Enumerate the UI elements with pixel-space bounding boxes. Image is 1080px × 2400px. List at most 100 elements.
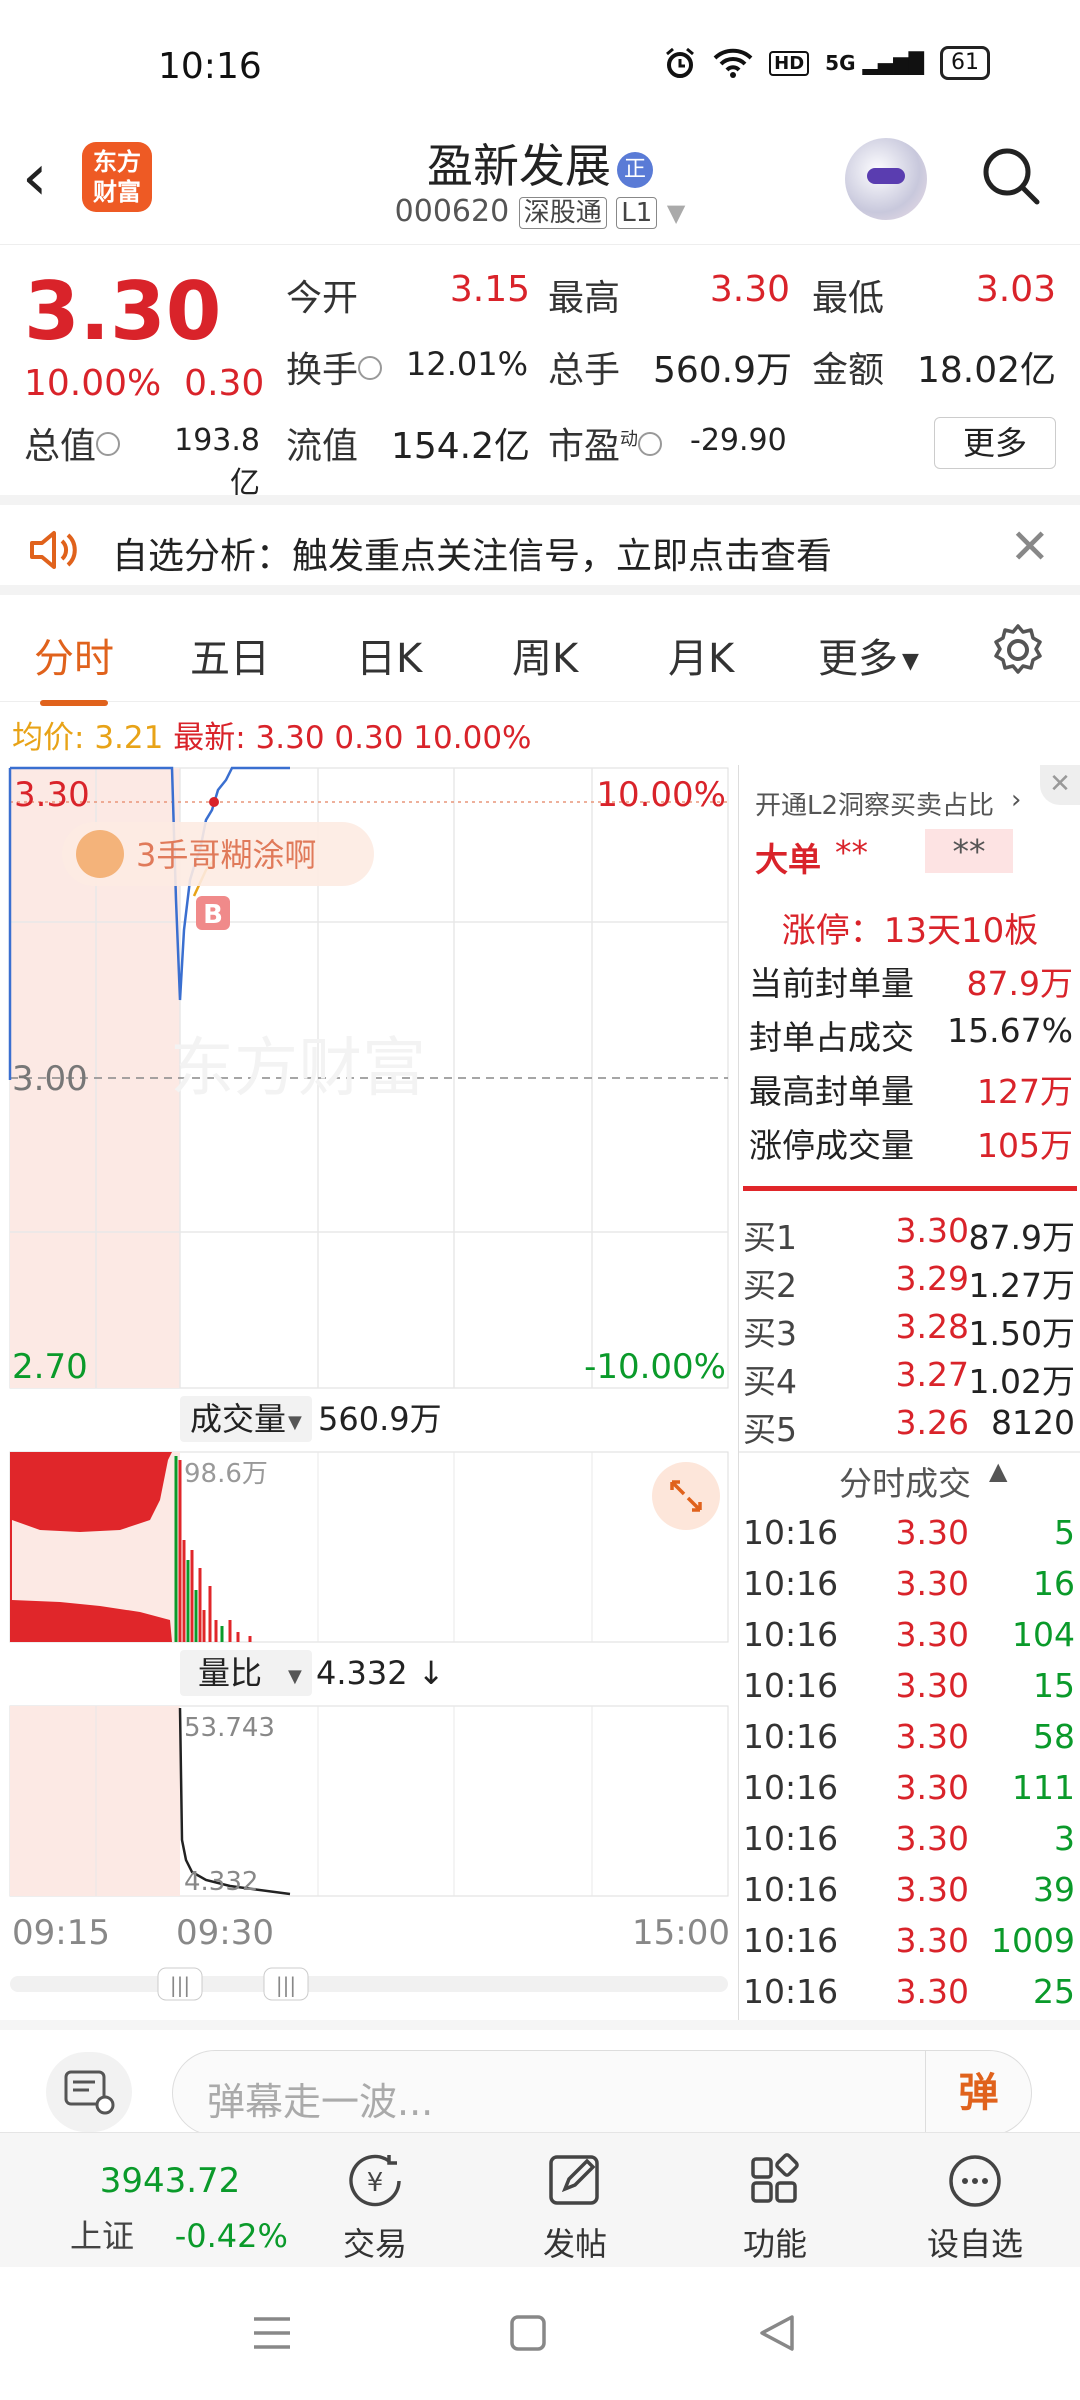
tab-more[interactable]: 更多 ▼ (818, 626, 919, 684)
time-scrollbar[interactable] (10, 1976, 728, 1992)
net-label: 5G (825, 51, 856, 75)
tick-time: 10:16 (743, 1717, 839, 1756)
status-bar: 10:16 HD 5G ▂▄▆█ 61 (0, 0, 1080, 120)
close-icon[interactable]: ✕ (1010, 519, 1050, 575)
index-value: 3943.72 (99, 2161, 241, 2201)
mcap-value: 193.8亿 (174, 423, 260, 501)
tick-time: 10:16 (743, 1513, 839, 1552)
gear-icon[interactable] (990, 622, 1046, 678)
y-bottom-right: -10.00% (584, 1347, 726, 1387)
tick-time: 10:16 (743, 1615, 839, 1654)
right-panel: 开通L2洞察买卖占比 › ✕ 大单 ** ** 涨停：13天10板 当前封单量 87… (738, 765, 1080, 2020)
limit-row-label: 当前封单量 (749, 964, 914, 1003)
high-label: 最高 (548, 278, 621, 319)
tick-volume: 3 (1054, 1819, 1075, 1858)
analysis-notice[interactable]: 自选分析：触发重点关注信号，立即点击查看 ✕ (0, 495, 1080, 595)
nav-add-watchlist[interactable]: 设自选 (905, 2151, 1045, 2265)
low-label: 最低 (812, 278, 885, 319)
stock-name-text: 盈新发展 (427, 139, 611, 193)
sort-up-icon: ▲ (989, 1457, 1008, 1485)
info-icon[interactable] (96, 432, 121, 456)
menu-icon[interactable] (250, 2313, 294, 2353)
avatar (76, 830, 124, 878)
danmaku-placeholder: 弹幕走一波... (207, 2080, 434, 2124)
limit-row-label: 封单占成交 (749, 1018, 914, 1057)
expand-icon[interactable] (652, 1462, 720, 1530)
info-icon[interactable] (638, 432, 663, 456)
l2-text: 开通L2洞察买卖占比 (755, 791, 995, 821)
home-icon[interactable] (508, 2313, 548, 2353)
limit-row-value: 15.67% (947, 1011, 1073, 1050)
tick-time: 10:16 (743, 1921, 839, 1960)
chart-info-line: 均价: 3.21 最新: 3.30 0.30 10.00% (12, 712, 532, 757)
buy-marker[interactable]: B (196, 896, 230, 930)
tab-daily-k[interactable]: 日K (356, 626, 422, 684)
tab-five-day[interactable]: 五日 (190, 626, 270, 684)
tab-weekly-k[interactable]: 周K (512, 626, 578, 684)
low-value: 3.03 (975, 269, 1056, 310)
bid-volume: 8120 (991, 1403, 1075, 1442)
search-icon[interactable] (980, 145, 1042, 207)
more-button[interactable]: 更多 (934, 417, 1056, 469)
tick-volume: 1009 (991, 1921, 1075, 1960)
svg-text:|||: ||| (276, 1973, 296, 1997)
y-bottom-left: 2.70 (12, 1347, 88, 1387)
time-open: 09:30 (176, 1913, 274, 1953)
chevron-right-icon: › (1011, 785, 1022, 815)
tick-price: 3.30 (895, 1564, 969, 1603)
index-pct: -0.42% (174, 2217, 288, 2255)
avg-value: 3.21 (94, 720, 164, 756)
back-nav-icon[interactable] (756, 2311, 798, 2355)
bottom-nav: 3943.72 上证 -0.42% ¥ 交易 发帖 功能 设自选 (0, 2132, 1080, 2267)
buy-marker-label: B (203, 900, 223, 930)
index-widget[interactable]: 3943.72 上证 -0.42% (70, 2161, 288, 2257)
index-info: 上证 -0.42% (70, 2211, 288, 2257)
turnover-value: 12.01% (405, 345, 528, 383)
tick-volume: 16 (1033, 1564, 1075, 1603)
bid-label: 买1 (743, 1218, 797, 1257)
avg-label: 均价: (12, 720, 85, 756)
svg-text:¥: ¥ (367, 2168, 384, 2198)
ratio-min: 4.332 (184, 1867, 258, 1897)
pe-value: -29.90 (690, 423, 787, 458)
bid-price: 3.26 (895, 1403, 969, 1442)
tick-volume: 5 (1054, 1513, 1075, 1552)
info-icon[interactable] (358, 356, 383, 380)
close-icon[interactable]: ✕ (1040, 765, 1080, 805)
danmaku-input[interactable]: 弹幕走一波... 弹 (172, 2050, 1032, 2136)
signal-icon: 5G ▂▄▆█ (825, 51, 924, 75)
nav-trade[interactable]: ¥ 交易 (305, 2151, 445, 2265)
tick-volume: 39 (1033, 1870, 1075, 1909)
svg-text:|||: ||| (170, 1973, 190, 1997)
bubble-text: 3手哥糊涂啊 (136, 836, 316, 874)
tab-monthly-k[interactable]: 月K (668, 626, 734, 684)
bid-volume: 87.9万 (968, 1218, 1075, 1257)
comment-bubble[interactable]: 3手哥糊涂啊 (62, 822, 374, 886)
tick-price: 3.30 (895, 1615, 969, 1654)
turnover-label: 换手 (286, 341, 383, 393)
ratio-value: 4.332 ↓ (316, 1654, 445, 1692)
nav-functions-label: 功能 (742, 2225, 807, 2263)
high-value: 3.30 (709, 269, 790, 310)
status-icons: HD 5G ▂▄▆█ 61 (663, 46, 990, 80)
mcap-label-text: 总值 (24, 426, 97, 467)
nav-post[interactable]: 发帖 (505, 2151, 645, 2265)
nav-functions[interactable]: 功能 (705, 2151, 845, 2265)
pe-sup: 动 (620, 429, 639, 450)
tick-price: 3.30 (895, 1666, 969, 1705)
bid-price: 3.27 (895, 1355, 969, 1394)
tick-volume: 25 (1033, 1972, 1075, 2011)
chevron-down-icon: ▼ (288, 1412, 302, 1433)
danmaku-settings-button[interactable] (46, 2052, 132, 2132)
ratio-max: 53.743 (184, 1713, 275, 1743)
tick-price: 3.30 (895, 1921, 969, 1960)
tick-time: 10:16 (743, 1666, 839, 1705)
assistant-robot-icon[interactable] (845, 138, 927, 220)
tick-volume: 104 (1012, 1615, 1075, 1654)
intraday-chart[interactable]: 东方财富 3.30 10.00% 3.00 2.70 -10.00% 3手哥糊涂… (0, 760, 738, 2020)
tick-price: 3.30 (895, 1717, 969, 1756)
pe-label: 市盈动 (548, 417, 663, 469)
tab-intraday[interactable]: 分时 (34, 626, 114, 706)
danmaku-send-button[interactable]: 弹 (925, 2051, 1031, 2135)
latest-point (209, 797, 219, 807)
